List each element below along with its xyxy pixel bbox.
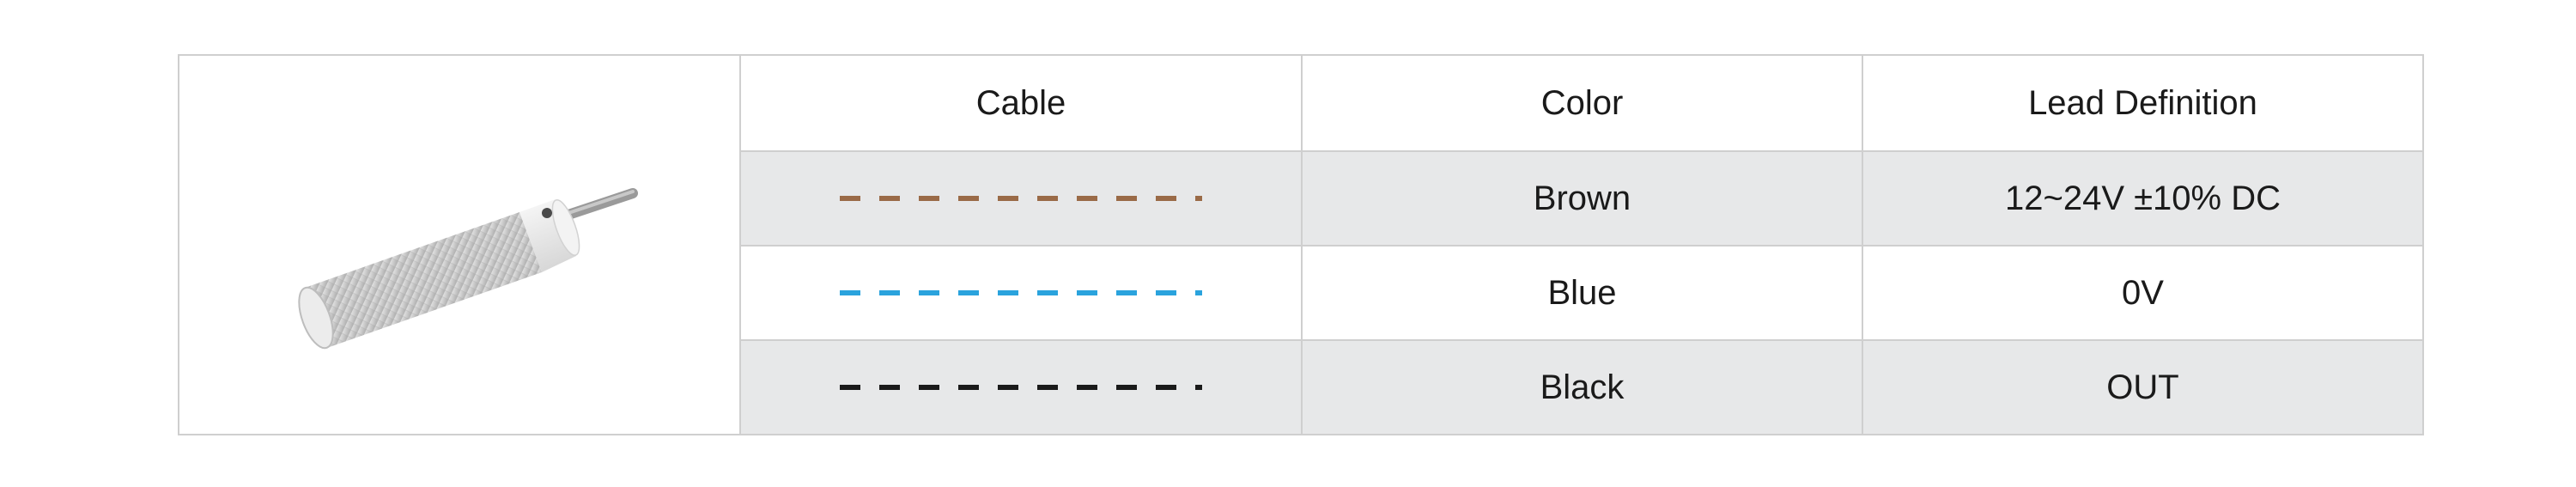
cable-swatch-cell (739, 245, 1303, 341)
cable-swatch-cell (739, 150, 1303, 247)
column-header-lead-definition: Lead Definition (1862, 54, 2424, 152)
column-header-cable: Cable (739, 54, 1303, 152)
lead-definition-cell: 12~24V ±10% DC (1862, 150, 2424, 247)
lead-definition-cell: 0V (1862, 245, 2424, 341)
wiring-table: Cable Color Lead Definition Brown 12~24V… (178, 54, 2424, 435)
product-image-cell (178, 54, 741, 435)
color-cell: Brown (1301, 150, 1863, 247)
cable-swatch-cell (739, 339, 1303, 435)
lead-definition-cell: OUT (1862, 339, 2424, 435)
proximity-sensor-icon (298, 188, 638, 350)
color-cell: Black (1301, 339, 1863, 435)
dashed-line-icon (840, 196, 1202, 201)
dashed-line-icon (840, 385, 1202, 390)
column-header-color: Color (1301, 54, 1863, 152)
color-cell: Blue (1301, 245, 1863, 341)
header-row: Cable Color Lead Definition (178, 54, 2424, 435)
dashed-line-icon (840, 290, 1202, 295)
